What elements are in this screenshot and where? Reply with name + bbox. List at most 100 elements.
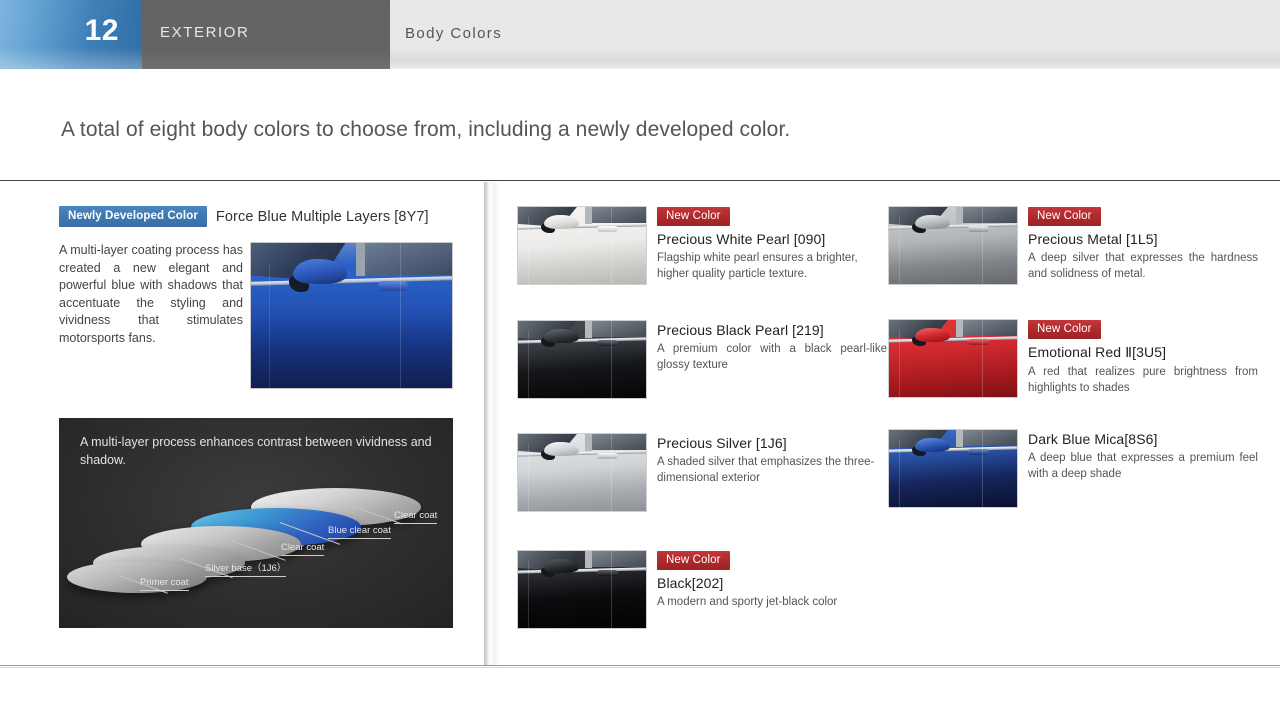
color-description: A shaded silver that emphasizes the thre… (657, 456, 875, 484)
diagram-label-5: Primer coat (140, 577, 189, 591)
color-item[interactable]: New Color Precious Metal [1L5] A deep si… (888, 206, 1258, 319)
color-name: Precious Metal [1L5] (1028, 231, 1158, 247)
car-mirror-icon (543, 441, 580, 456)
color-item[interactable]: New Color Emotional Red Ⅱ[3U5] A red tha… (888, 319, 1258, 429)
page-number-block: 12 (0, 0, 142, 69)
diagram-label-4: Silver base（1J6） (205, 560, 287, 577)
page-number-sheen (0, 0, 142, 69)
color-item[interactable]: New Color Black[202] A modern and sporty… (517, 550, 887, 660)
new-color-badge: New Color (1028, 320, 1101, 339)
car-pillar-icon (584, 551, 592, 568)
car-mirror-icon (543, 328, 580, 343)
content-top-rule (0, 180, 1280, 181)
color-name: Precious White Pearl [090] (657, 231, 826, 247)
color-swatch-photo (517, 320, 647, 399)
car-illustration (518, 207, 646, 284)
color-info: New Color Precious Metal [1L5] A deep si… (1028, 206, 1258, 282)
page-title: A total of eight body colors to choose f… (61, 118, 791, 141)
color-column-right: New Color Precious Metal [1L5] A deep si… (888, 206, 1258, 539)
car-door-handle-icon (597, 226, 618, 233)
car-mirror-icon (914, 327, 951, 342)
page-number: 12 (84, 14, 119, 47)
car-illustration (518, 321, 646, 398)
car-door-handle-icon (968, 226, 989, 233)
color-name: Precious Black Pearl [219] (657, 322, 824, 338)
car-rear-window-icon (590, 551, 646, 568)
color-description: A red that realizes pure brightness from… (1028, 366, 1258, 394)
car-mirror-icon (293, 258, 348, 284)
car-pillar-icon (584, 207, 592, 224)
car-door-seam-icon (611, 434, 613, 511)
car-illustration (518, 434, 646, 511)
car-door-handle-icon (968, 339, 989, 346)
car-pillar-icon (955, 207, 963, 224)
car-door-seam-icon (611, 207, 613, 284)
color-name: Emotional Red Ⅱ[3U5] (1028, 344, 1167, 360)
car-mirror-icon (914, 437, 951, 452)
new-color-badge: New Color (657, 551, 730, 570)
color-item[interactable]: Precious Black Pearl [219] A premium col… (517, 320, 887, 433)
car-door-handle-icon (377, 280, 408, 291)
car-illustration (889, 430, 1017, 507)
color-swatch-photo (517, 206, 647, 285)
car-illustration (889, 320, 1017, 397)
featured-car-photo (250, 242, 453, 389)
content-bottom-rule-shadow (0, 667, 1280, 668)
car-door-handle-icon (597, 340, 618, 347)
car-front-seam-icon (528, 217, 530, 284)
color-name: Precious Silver [1J6] (657, 435, 787, 451)
color-item[interactable]: Dark Blue Mica[8S6] A deep blue that exp… (888, 429, 1258, 539)
car-rear-window-icon (590, 434, 646, 451)
color-column-middle: New Color Precious White Pearl [090] Fla… (517, 206, 887, 660)
slide-page: 12 EXTERIOR Body Colors A total of eight… (0, 0, 1280, 720)
color-description: A modern and sporty jet-black color (657, 596, 838, 608)
header-category-block: EXTERIOR (142, 0, 390, 69)
car-door-seam-icon (611, 321, 613, 398)
featured-description: A multi-layer coating process has create… (59, 243, 243, 345)
multilayer-diagram: A multi-layer process enhances contrast … (59, 418, 453, 628)
color-swatch-photo (517, 550, 647, 629)
car-front-seam-icon (528, 561, 530, 628)
car-pillar-icon (355, 243, 365, 277)
car-front-seam-icon (528, 444, 530, 511)
content-bottom-rule (0, 665, 1280, 666)
color-description: A deep silver that expresses the hardnes… (1028, 252, 1258, 280)
header-subtitle-block: Body Colors (390, 0, 1280, 69)
car-door-seam-icon (611, 551, 613, 628)
diagram-label-2: Blue clear coat (328, 525, 391, 539)
car-rear-window-icon (363, 243, 452, 275)
car-mirror-icon (543, 558, 580, 573)
car-door-handle-icon (597, 570, 618, 577)
featured-heading-row: Newly Developed Color Force Blue Multipl… (59, 206, 454, 227)
car-illustration (518, 551, 646, 628)
car-door-seam-icon (399, 243, 401, 388)
new-color-badge: New Color (1028, 207, 1101, 226)
color-name: Black[202] (657, 575, 724, 591)
header-category-label: EXTERIOR (160, 24, 250, 41)
car-pillar-icon (955, 430, 963, 447)
color-description: A deep blue that expresses a premium fee… (1028, 452, 1258, 480)
color-item[interactable]: Precious Silver [1J6] A shaded silver th… (517, 433, 887, 550)
car-front-seam-icon (528, 331, 530, 398)
car-rear-window-icon (961, 430, 1017, 447)
color-info: Precious Silver [1J6] A shaded silver th… (657, 433, 887, 486)
car-pillar-icon (584, 434, 592, 451)
color-swatch-photo (888, 206, 1018, 285)
car-rear-window-icon (961, 320, 1017, 337)
car-mirror-icon (543, 214, 580, 229)
featured-color-section: Newly Developed Color Force Blue Multipl… (59, 206, 454, 402)
color-description: A premium color with a black pearl-like … (657, 343, 887, 371)
car-door-seam-icon (982, 320, 984, 397)
car-pillar-icon (955, 320, 963, 337)
color-info: Precious Black Pearl [219] A premium col… (657, 320, 887, 373)
car-front-seam-icon (899, 330, 901, 397)
column-divider (484, 182, 498, 665)
page-header: 12 EXTERIOR Body Colors (0, 0, 1280, 69)
color-description: Flagship white pearl ensures a brighter,… (657, 252, 858, 280)
color-item[interactable]: New Color Precious White Pearl [090] Fla… (517, 206, 887, 320)
car-door-handle-icon (968, 449, 989, 456)
car-illustration (889, 207, 1017, 284)
diagram-label-3: Clear coat (281, 542, 325, 556)
color-info: New Color Emotional Red Ⅱ[3U5] A red tha… (1028, 319, 1258, 396)
color-name: Dark Blue Mica[8S6] (1028, 431, 1158, 447)
